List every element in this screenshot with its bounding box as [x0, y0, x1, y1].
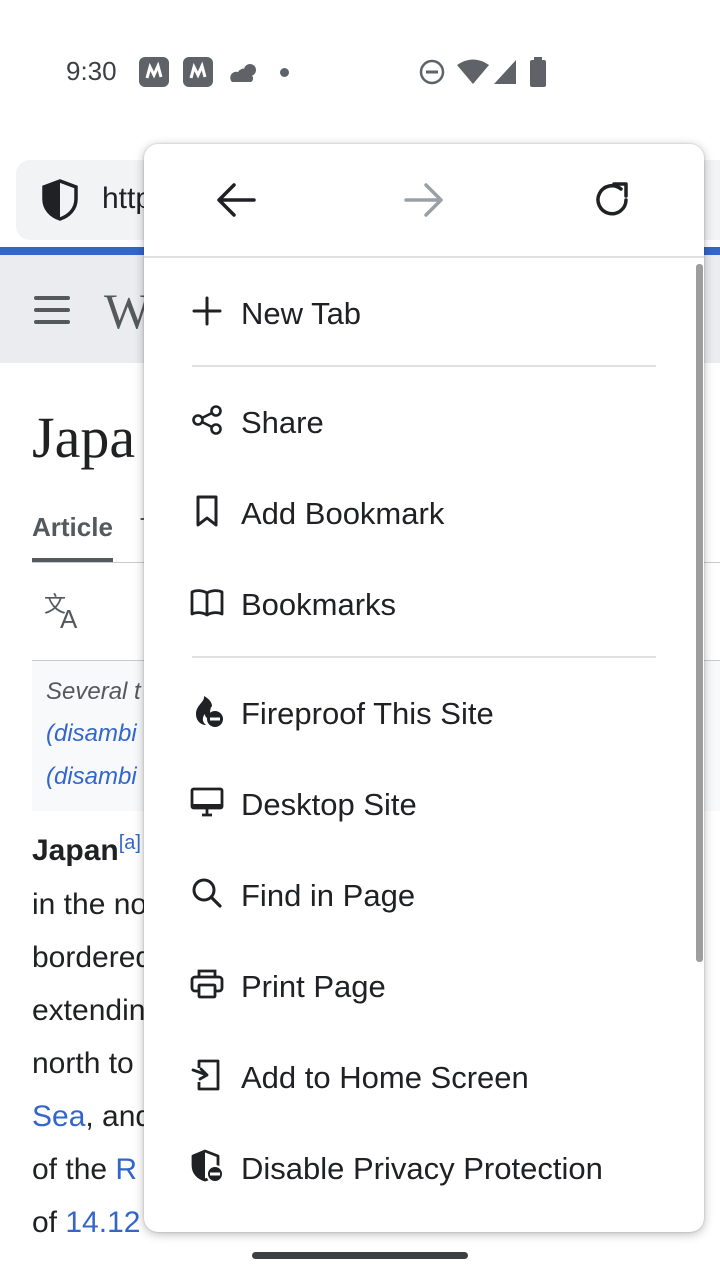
- menu-item-share[interactable]: Share: [144, 375, 694, 466]
- menu-scrollbar[interactable]: [696, 264, 703, 962]
- refresh-icon: [596, 182, 628, 216]
- article-text-line: of 14.12: [32, 1206, 140, 1240]
- refresh-button[interactable]: [582, 170, 642, 230]
- article-text-line: bordered: [32, 941, 153, 974]
- page-title: Japa: [32, 405, 136, 470]
- menu-item-fireproof-site[interactable]: Fireproof This Site: [144, 666, 694, 757]
- menu-item-bookmarks[interactable]: Bookmarks: [144, 557, 694, 648]
- arrow-left-icon: [217, 183, 256, 217]
- menu-item-label: Fireproof This Site: [241, 696, 494, 731]
- hatnote-text: Several t: [46, 678, 141, 705]
- menu-item-label: Desktop Site: [241, 787, 417, 822]
- hatnote-link[interactable]: (disambi: [46, 763, 137, 791]
- menu-item-add-bookmark[interactable]: Add Bookmark: [144, 466, 694, 557]
- cellular-signal-icon: [492, 58, 518, 91]
- menu-item-label: Bookmarks: [241, 587, 397, 622]
- desktop-icon: [190, 785, 224, 819]
- more-notifications-dot: [280, 68, 289, 77]
- menu-navigation-row: [144, 144, 704, 258]
- menu-item-label: Add Bookmark: [241, 496, 445, 531]
- do-not-disturb-icon: [418, 58, 446, 91]
- article-text-line: Sea, and: [32, 1100, 152, 1134]
- menu-item-find-in-page[interactable]: Find in Page: [144, 848, 694, 939]
- article-text: , and: [85, 1100, 153, 1133]
- book-icon: [190, 585, 224, 619]
- privacy-shield-icon[interactable]: [38, 178, 82, 227]
- menu-item-disable-privacy-protection[interactable]: Disable Privacy Protection: [144, 1121, 694, 1212]
- menu-divider: [192, 656, 656, 658]
- menu-item-label: Print Page: [241, 969, 386, 1004]
- article-link[interactable]: Sea: [32, 1100, 85, 1133]
- gesture-home-bar[interactable]: [252, 1252, 468, 1259]
- share-icon: [190, 403, 224, 437]
- article-text-line: north to: [32, 1047, 134, 1080]
- article-link[interactable]: R: [115, 1153, 137, 1186]
- menu-item-label: Add to Home Screen: [241, 1060, 529, 1095]
- add-to-home-icon: [190, 1058, 224, 1092]
- wifi-icon: [456, 58, 490, 91]
- fireproof-icon: [190, 694, 224, 728]
- bookmark-icon: [190, 494, 224, 528]
- back-button[interactable]: [206, 170, 266, 230]
- notification-app-icon: [139, 57, 169, 87]
- article-lead-line: Japan[a]: [32, 832, 141, 868]
- forward-button[interactable]: [394, 170, 454, 230]
- arrow-right-icon: [404, 183, 443, 217]
- browser-overflow-menu: New Tab Share Add Bookmark Bookmarks Fir…: [144, 144, 704, 1232]
- menu-item-new-tab[interactable]: New Tab: [144, 266, 694, 357]
- menu-item-label: Share: [241, 405, 324, 440]
- menu-item-label: Find in Page: [241, 878, 416, 913]
- article-text: of the: [32, 1153, 116, 1186]
- printer-icon: [190, 967, 224, 1001]
- status-time: 9:30: [66, 56, 117, 86]
- search-icon: [190, 876, 224, 910]
- footnote-link[interactable]: [a]: [119, 832, 141, 854]
- tab-article[interactable]: Article: [32, 512, 113, 543]
- hatnote-link[interactable]: (disambi: [46, 720, 137, 748]
- menu-item-label: New Tab: [241, 296, 362, 331]
- menu-item-print-page[interactable]: Print Page: [144, 939, 694, 1030]
- article-text-line: extendin: [32, 994, 146, 1027]
- menu-item-label: Disable Privacy Protection: [241, 1151, 603, 1186]
- article-text-line: of the R: [32, 1153, 137, 1187]
- status-bar: 9:30: [0, 0, 720, 140]
- menu-item-add-to-home-screen[interactable]: Add to Home Screen: [144, 1030, 694, 1121]
- article-link[interactable]: 14.12: [65, 1206, 140, 1239]
- weather-icon: [228, 60, 260, 91]
- shield-off-icon: [190, 1149, 224, 1183]
- battery-icon: [529, 57, 547, 92]
- menu-item-desktop-site[interactable]: Desktop Site: [144, 757, 694, 848]
- hamburger-menu-icon[interactable]: [34, 296, 70, 332]
- language-icon[interactable]: 文A: [44, 592, 86, 641]
- notification-app-icon: [183, 57, 213, 87]
- svg-text:A: A: [60, 604, 78, 632]
- article-text: of: [32, 1206, 66, 1239]
- article-text-line: in the no: [32, 888, 148, 921]
- menu-divider: [192, 365, 656, 367]
- plus-icon: [190, 294, 224, 328]
- article-subject: Japan: [32, 834, 119, 867]
